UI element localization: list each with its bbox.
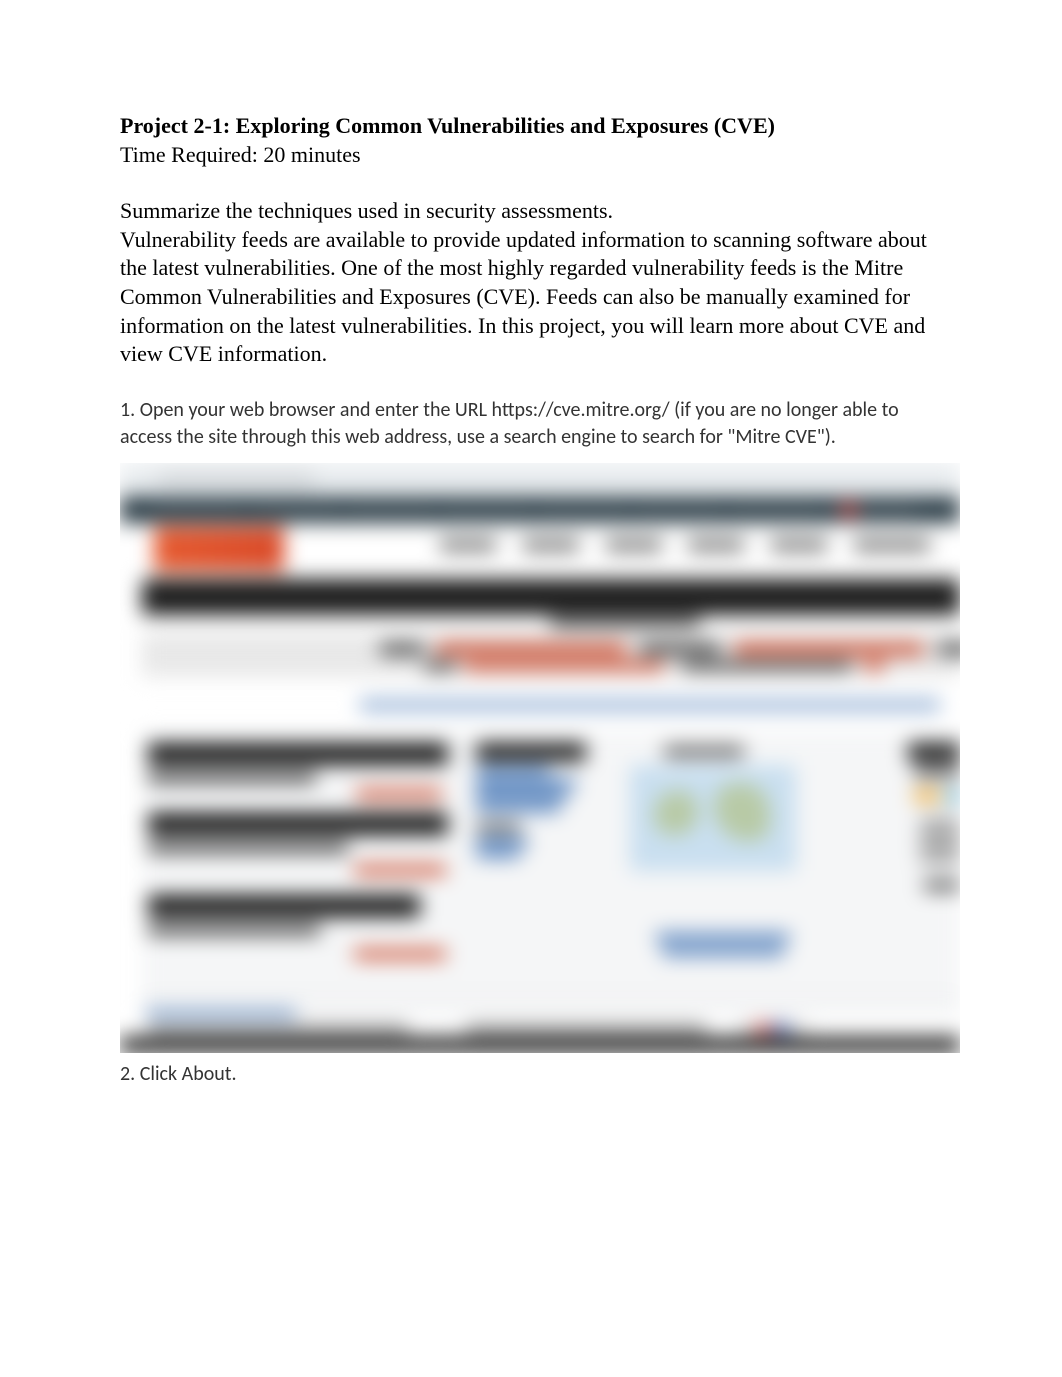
url-bar [156, 469, 316, 491]
objective-line: Summarize the techniques used in securit… [120, 197, 942, 226]
hero-banner [142, 579, 960, 615]
step-1: 1. Open your web browser and enter the U… [120, 397, 942, 451]
tagline-text [360, 699, 940, 711]
cve-logo [154, 527, 284, 571]
intro-paragraph: Vulnerability feeds are available to pro… [120, 226, 942, 369]
time-required: Time Required: 20 minutes [120, 141, 942, 170]
step-2: 2. Click About. [120, 1061, 942, 1088]
site-footer [120, 1037, 960, 1053]
embedded-screenshot [120, 463, 960, 1053]
bookmark-bar [120, 497, 960, 523]
bookmark-highlight-icon [842, 503, 856, 517]
top-nav [440, 539, 930, 559]
project-title: Project 2-1: Exploring Common Vulnerabil… [120, 112, 942, 141]
